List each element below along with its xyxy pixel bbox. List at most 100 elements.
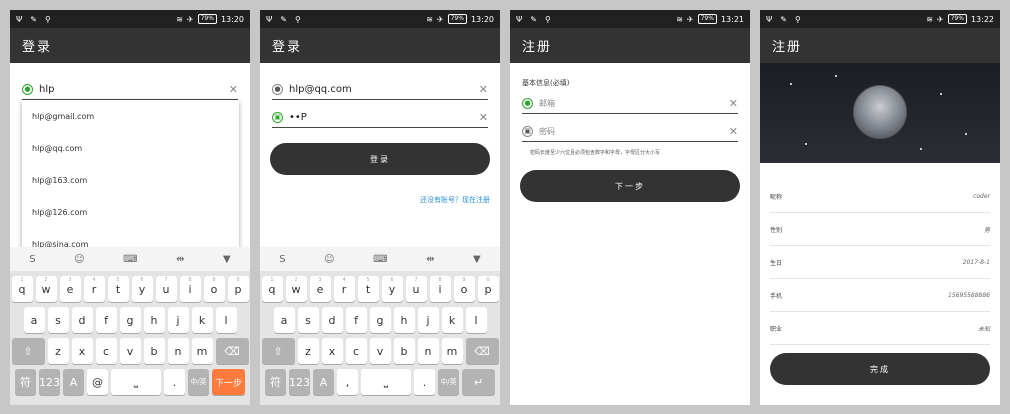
username-value[interactable]: hlp@qq.com (289, 84, 479, 95)
username-field[interactable]: ● hlp ✕ (22, 80, 238, 100)
suggestion-item[interactable]: hlp@163.com (22, 164, 239, 196)
key[interactable]: 3e (59, 276, 81, 302)
key[interactable]: 9o (203, 276, 225, 302)
key[interactable]: c (95, 338, 117, 364)
key[interactable]: z (47, 338, 69, 364)
key[interactable]: g (119, 307, 141, 333)
key[interactable]: c (345, 338, 367, 364)
password-field[interactable]: ▣ ••P ✕ (272, 108, 488, 128)
key[interactable]: 4r (83, 276, 105, 302)
key[interactable]: 5t (107, 276, 129, 302)
key[interactable]: a (23, 307, 45, 333)
key[interactable]: s (47, 307, 69, 333)
font-key[interactable]: A (63, 369, 84, 395)
lang-key[interactable]: 中/英 (438, 369, 459, 395)
space-key[interactable]: ⎵ (111, 369, 161, 395)
username-field[interactable]: ● hlp@qq.com ✕ (272, 80, 488, 100)
key[interactable]: 1q (11, 276, 33, 302)
key[interactable]: s (297, 307, 319, 333)
username-value[interactable]: hlp (39, 84, 229, 95)
space-key[interactable]: ⎵ (361, 369, 411, 395)
comma-key[interactable]: , (337, 369, 358, 395)
key[interactable]: g (369, 307, 391, 333)
key[interactable]: n (417, 338, 439, 364)
key[interactable]: k (191, 307, 213, 333)
key[interactable]: m (191, 338, 213, 364)
clear-icon[interactable]: ✕ (479, 83, 488, 96)
enter-key[interactable]: ↵ (462, 369, 495, 395)
key[interactable]: 4r (333, 276, 355, 302)
key[interactable]: 1q (261, 276, 283, 302)
login-button[interactable]: 登录 (270, 143, 490, 175)
cursor-icon[interactable]: ⇹ (176, 254, 184, 265)
key[interactable]: 6y (131, 276, 153, 302)
key[interactable]: v (119, 338, 141, 364)
key[interactable]: d (71, 307, 93, 333)
keyboard-icon[interactable]: ⌨ (373, 254, 387, 265)
email-placeholder[interactable]: 邮箱 (539, 98, 729, 109)
key[interactable]: h (143, 307, 165, 333)
key[interactable]: x (71, 338, 93, 364)
key[interactable]: a (273, 307, 295, 333)
key[interactable]: 6y (381, 276, 403, 302)
key[interactable]: h (393, 307, 415, 333)
avatar[interactable] (853, 85, 907, 139)
suggestion-item[interactable]: hlp@gmail.com (22, 100, 239, 132)
shift-key[interactable]: ⇧ (261, 338, 295, 364)
info-row-phone[interactable]: 手机 15695588886 (770, 279, 990, 312)
key[interactable]: 9o (453, 276, 475, 302)
sogou-logo-icon[interactable]: S (279, 254, 285, 265)
key[interactable]: l (465, 307, 487, 333)
next-button[interactable]: 下一步 (520, 170, 740, 202)
email-field[interactable]: ● 邮箱 ✕ (522, 94, 738, 114)
info-row-nickname[interactable]: 昵称 coder (770, 180, 990, 213)
clear-icon[interactable]: ✕ (229, 83, 238, 96)
done-button[interactable]: 完成 (770, 353, 990, 385)
key[interactable]: x (321, 338, 343, 364)
number-key[interactable]: 123 (289, 369, 310, 395)
emoji-icon[interactable]: ☺ (324, 254, 334, 265)
password-placeholder[interactable]: 密码 (539, 126, 729, 137)
key[interactable]: l (215, 307, 237, 333)
key[interactable]: 2w (35, 276, 57, 302)
key[interactable]: j (167, 307, 189, 333)
key[interactable]: 0p (227, 276, 249, 302)
key[interactable]: 3e (309, 276, 331, 302)
keyboard-icon[interactable]: ⌨ (123, 254, 137, 265)
key[interactable]: 7u (405, 276, 427, 302)
key[interactable]: b (143, 338, 165, 364)
password-field[interactable]: ▣ 密码 ✕ (522, 122, 738, 142)
key[interactable]: d (321, 307, 343, 333)
symbol-key[interactable]: 符 (265, 369, 286, 395)
at-key[interactable]: @ (87, 369, 108, 395)
sogou-logo-icon[interactable]: S (29, 254, 35, 265)
key[interactable]: k (441, 307, 463, 333)
emoji-icon[interactable]: ☺ (74, 254, 84, 265)
clear-icon[interactable]: ✕ (479, 111, 488, 124)
key[interactable]: v (369, 338, 391, 364)
key[interactable]: b (393, 338, 415, 364)
clear-icon[interactable]: ✕ (729, 97, 738, 110)
key[interactable]: 5t (357, 276, 379, 302)
key[interactable]: 7u (155, 276, 177, 302)
key[interactable]: f (345, 307, 367, 333)
cursor-icon[interactable]: ⇹ (426, 254, 434, 265)
font-key[interactable]: A (313, 369, 334, 395)
key[interactable]: z (297, 338, 319, 364)
shift-key[interactable]: ⇧ (11, 338, 45, 364)
key[interactable]: 8i (429, 276, 451, 302)
symbol-key[interactable]: 符 (15, 369, 36, 395)
info-row-occupation[interactable]: 职业 未知 (770, 312, 990, 345)
key[interactable]: j (417, 307, 439, 333)
backspace-key[interactable]: ⌫ (465, 338, 499, 364)
suggestion-item[interactable]: hlp@qq.com (22, 132, 239, 164)
info-row-gender[interactable]: 性别男 (770, 213, 990, 246)
key[interactable]: 8i (179, 276, 201, 302)
info-row-birthday[interactable]: 生日 2017-8-1 (770, 246, 990, 279)
collapse-icon[interactable]: ▼ (223, 254, 231, 265)
suggestion-item[interactable]: hlp@126.com (22, 196, 239, 228)
key[interactable]: 2w (285, 276, 307, 302)
dot-key[interactable]: . (414, 369, 435, 395)
next-key[interactable]: 下一步 (212, 369, 245, 395)
collapse-icon[interactable]: ▼ (473, 254, 481, 265)
